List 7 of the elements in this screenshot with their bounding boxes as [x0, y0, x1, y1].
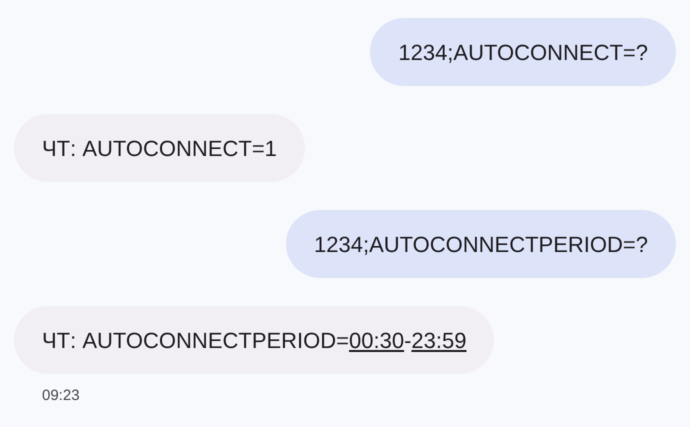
message-text: 1234;AUTOCONNECT=? — [398, 38, 648, 66]
message-text: ЧТ: AUTOCONNECT=1 — [42, 134, 277, 162]
time-link[interactable]: 00:30 — [349, 328, 404, 352]
message-timestamp: 09:23 — [42, 387, 80, 404]
message-text: ЧТ: AUTOCONNECTPERIOD=00:30-23:59 — [42, 326, 466, 354]
time-link[interactable]: 23:59 — [411, 328, 466, 352]
message-text: 1234;AUTOCONNECTPERIOD=? — [314, 230, 648, 258]
